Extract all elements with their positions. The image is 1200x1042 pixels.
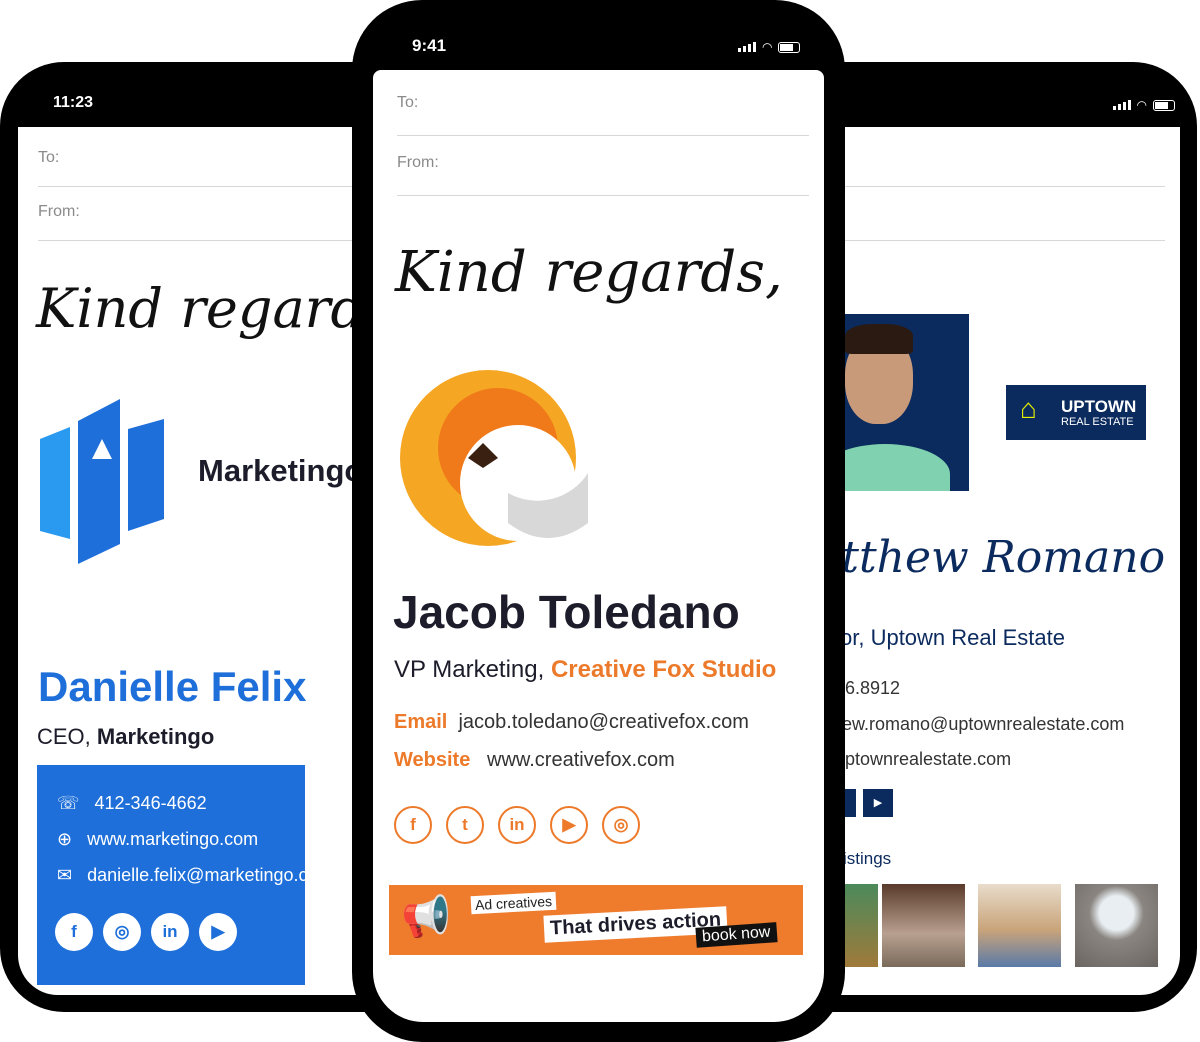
title-company: Marketingo <box>96 724 215 749</box>
website-link[interactable]: www.creativefox.com <box>487 749 675 771</box>
website-row: ⊕ www.marketingo.com <box>57 829 258 850</box>
status-icons: ◠ <box>1112 98 1175 112</box>
ad-banner[interactable]: 📢 Ad creatives That drives action book n… <box>389 885 803 955</box>
email-link[interactable]: danielle.felix@marketingo.com <box>87 865 332 885</box>
uptown-logo: ⌂ UPTOWN REAL ESTATE <box>1006 385 1146 440</box>
phone-row: ☏ 412-346-4662 <box>57 793 207 814</box>
to-label: To: <box>38 149 60 166</box>
creative-fox-logo <box>398 363 588 553</box>
banner-line1: Ad creatives <box>470 891 557 915</box>
listing-photo[interactable] <box>978 884 1061 967</box>
title-role: VP Marketing, <box>394 656 551 683</box>
website-text[interactable]: ptownrealestate.com <box>845 749 1011 770</box>
center-screen: To: From: Kind regards, Jacob Toledano V… <box>373 70 824 1022</box>
company-name: Marketingo <box>198 453 364 488</box>
facebook-icon[interactable]: f <box>55 913 93 951</box>
twitter-icon[interactable]: t <box>446 806 484 844</box>
to-field[interactable]: To: <box>397 94 809 136</box>
facebook-icon[interactable]: f <box>394 806 432 844</box>
youtube-icon[interactable]: ▶ <box>550 806 588 844</box>
youtube-icon[interactable]: ▶ <box>863 789 893 817</box>
wifi-icon: ◠ <box>1136 98 1147 112</box>
marketingo-logo <box>40 399 164 564</box>
to-label: To: <box>397 94 419 111</box>
banner-cta[interactable]: book now <box>695 922 778 948</box>
email-label: Email <box>394 711 448 733</box>
listing-photo[interactable] <box>1075 884 1158 967</box>
person-name: Danielle Felix <box>38 663 307 710</box>
status-time: 11:23 <box>53 94 94 111</box>
phone-link[interactable]: 412-346-4662 <box>95 793 207 813</box>
linkedin-icon[interactable]: in <box>498 806 536 844</box>
logo-line2: REAL ESTATE <box>1061 416 1134 428</box>
person-title: VP Marketing, Creative Fox Studio <box>394 656 776 684</box>
status-icons: ◠ <box>738 40 801 54</box>
linkedin-icon[interactable]: in <box>151 913 189 951</box>
phone-text[interactable]: 6.8912 <box>845 678 900 699</box>
person-title: CEO, Marketingo <box>37 724 214 750</box>
wifi-icon: ◠ <box>762 40 773 54</box>
center-phone: 9:41 ◠ To: From: Kind regards, Jacob Tol… <box>352 0 845 1042</box>
listing-photo[interactable] <box>840 884 878 967</box>
email-row: ✉ danielle.felix@marketingo.com <box>57 865 333 886</box>
from-label: From: <box>38 203 80 220</box>
email-link[interactable]: jacob.toledano@creativefox.com <box>458 711 748 733</box>
phone-icon: ☏ <box>57 793 80 813</box>
title-role: CEO, <box>37 724 97 749</box>
contact-box: ☏ 412-346-4662 ⊕ www.marketingo.com ✉ da… <box>37 765 333 985</box>
mail-icon: ✉ <box>57 865 73 885</box>
social-icons: f ◎ in ▶ <box>55 913 247 951</box>
email-row: Email jacob.toledano@creativefox.com <box>394 711 749 734</box>
signal-icon <box>738 42 756 52</box>
title-company: Creative Fox Studio <box>550 656 777 683</box>
website-label: Website <box>394 749 471 771</box>
website-row: Website www.creativefox.com <box>394 749 675 772</box>
logo-line1: UPTOWN <box>1061 397 1137 416</box>
youtube-icon[interactable]: ▶ <box>199 913 237 951</box>
person-title: or, Uptown Real Estate <box>840 625 1066 650</box>
megaphone-icon: 📢 <box>401 895 451 939</box>
listings-label: istings <box>843 849 892 868</box>
status-time: 9:41 <box>412 36 447 55</box>
battery-icon <box>778 41 801 53</box>
listing-photo[interactable] <box>882 884 965 967</box>
globe-icon: ⊕ <box>57 829 73 849</box>
instagram-icon[interactable]: ◎ <box>602 806 640 844</box>
from-field[interactable]: From: <box>397 154 809 196</box>
signal-icon <box>1112 100 1131 110</box>
email-text[interactable]: ew.romano@uptownrealestate.com <box>842 714 1124 735</box>
battery-icon <box>1153 99 1175 111</box>
closing-signature: Kind regards, <box>395 240 783 305</box>
from-label: From: <box>397 154 439 171</box>
website-link[interactable]: www.marketingo.com <box>87 829 258 849</box>
person-name: Jacob Toledano <box>393 586 740 638</box>
social-icons: f t in ▶ ◎ <box>394 806 650 844</box>
instagram-icon[interactable]: ◎ <box>103 913 141 951</box>
house-icon: ⌂ <box>1020 393 1037 424</box>
